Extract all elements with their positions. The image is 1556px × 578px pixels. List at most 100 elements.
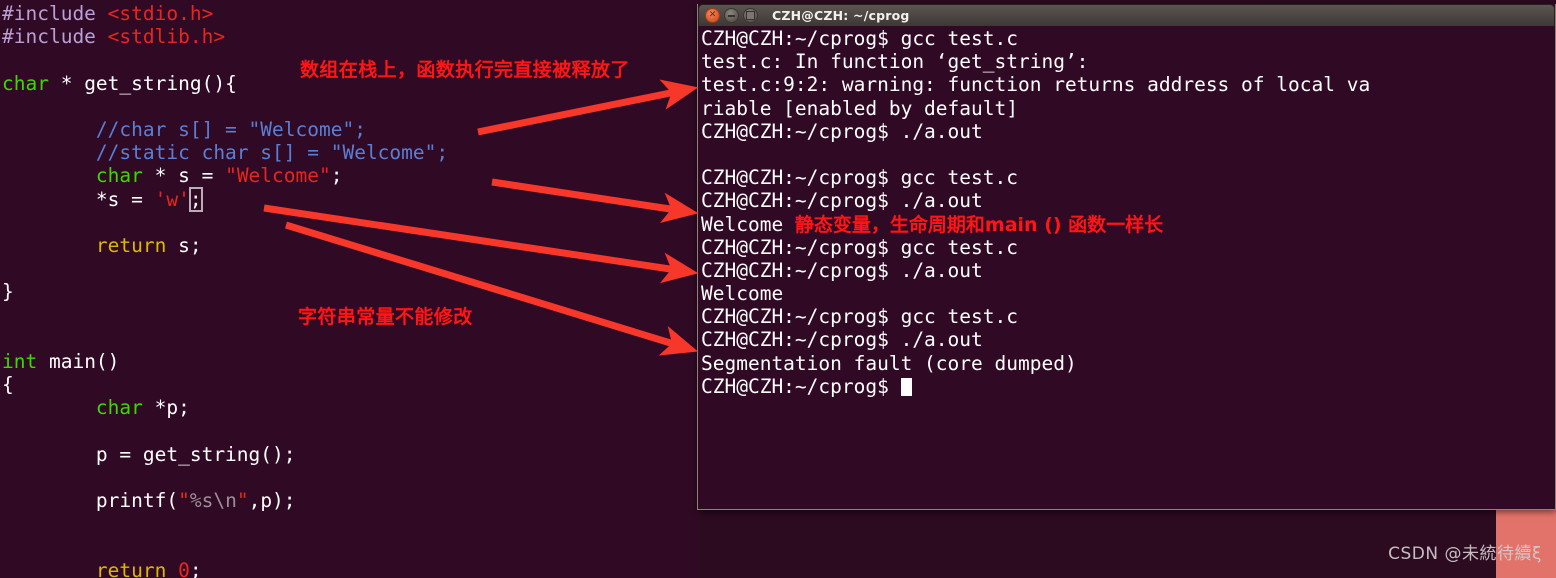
code-line: char *p;	[2, 396, 700, 419]
vim-editor-pane[interactable]: #include <stdio.h> #include <stdlib.h> ch…	[0, 0, 700, 578]
code-line: *s = 'w';	[2, 186, 700, 212]
terminal-titlebar[interactable]: ✕ CZH@CZH: ~/cprog	[698, 4, 1555, 26]
csdn-watermark: CSDN @未統待續ξ	[1388, 544, 1542, 564]
maximize-icon[interactable]	[743, 8, 758, 23]
code-token: {	[2, 373, 14, 396]
terminal-cursor	[900, 377, 912, 396]
code-token: ;	[330, 164, 343, 188]
code-line: return s;	[2, 234, 700, 257]
code-token: return	[95, 233, 167, 257]
code-token: <stdlib.h>	[107, 25, 226, 49]
code-token: ;	[189, 558, 202, 578]
code-line: //static char s[] = "Welcome";	[2, 141, 700, 164]
code-token: * get_string(){	[48, 71, 237, 95]
terminal-line-text: Welcome	[701, 282, 784, 306]
code-token: //char s[] = "Welcome";	[2, 117, 366, 141]
terminal-line: CZH@CZH:~/cprog$ ./a.out	[701, 120, 1555, 143]
terminal-line: Welcome 静态变量，生命周期和main () 函数一样长	[701, 213, 1555, 236]
code-token: p = get_string();	[2, 442, 296, 466]
terminal-line: CZH@CZH:~/cprog$ gcc test.c	[701, 27, 1555, 50]
code-token: //static char s[] = "Welcome";	[2, 141, 449, 165]
terminal-line: CZH@CZH:~/cprog$ gcc test.c	[701, 236, 1555, 259]
terminal-line: CZH@CZH:~/cprog$ gcc test.c	[701, 166, 1555, 189]
terminal-line: Segmentation fault (core dumped)	[701, 352, 1555, 375]
code-line: }	[2, 280, 700, 303]
terminal-line-text: test.c:9:2: warning: function returns ad…	[701, 73, 1371, 97]
code-token: "	[236, 488, 249, 512]
code-line: //char s[] = "Welcome";	[2, 118, 700, 141]
annotation-array-on-stack: 数组在栈上，函数执行完直接被释放了	[300, 59, 630, 81]
editor-cursor: ;	[188, 186, 203, 212]
terminal-line: test.c: In function ‘get_string’:	[701, 50, 1555, 73]
code-token: %s\n	[189, 488, 237, 512]
code-line: #include <stdlib.h>	[2, 25, 700, 48]
code-line: char * s = "Welcome";	[2, 164, 700, 187]
terminal-line: Welcome	[701, 282, 1555, 305]
code-line: printf("%s\n",p);	[2, 489, 700, 512]
code-token: *s =	[2, 187, 155, 211]
code-token: int	[2, 349, 38, 373]
code-token: }	[2, 280, 14, 304]
code-token: return	[95, 558, 167, 578]
code-token: main()	[37, 349, 120, 373]
terminal-line-text: test.c: In function ‘get_string’:	[701, 50, 1089, 74]
code-token: char	[2, 71, 49, 95]
code-token: char	[95, 164, 143, 188]
annotation-static-variable-lifetime: 静态变量，生命周期和main () 函数一样长	[794, 213, 1164, 236]
terminal-line: CZH@CZH:~/cprog$	[701, 375, 1555, 398]
gnome-terminal-window[interactable]: ✕ CZH@CZH: ~/cprog CZH@CZH:~/cprog$ gcc …	[697, 4, 1556, 510]
code-line: return 0;	[2, 559, 700, 578]
code-token: char	[95, 396, 143, 420]
terminal-line-text: CZH@CZH:~/cprog$ ./a.out	[701, 258, 983, 282]
code-line: p = get_string();	[2, 443, 700, 466]
code-token: <stdio.h>	[107, 2, 214, 25]
terminal-line-text: CZH@CZH:~/cprog$ gcc test.c	[701, 235, 1018, 259]
terminal-line: test.c:9:2: warning: function returns ad…	[701, 73, 1555, 96]
code-token: *p;	[142, 396, 190, 420]
code-token: printf(	[2, 488, 179, 512]
code-line: #include <stdio.h>	[2, 2, 700, 25]
terminal-line: riable [enabled by default]	[701, 97, 1555, 120]
code-token: #include	[2, 2, 108, 25]
code-line: int main()	[2, 350, 700, 373]
terminal-output[interactable]: CZH@CZH:~/cprog$ gcc test.c test.c: In fu…	[698, 26, 1555, 509]
terminal-line: CZH@CZH:~/cprog$ ./a.out	[701, 328, 1555, 351]
terminal-line-text: Segmentation fault (core dumped)	[701, 351, 1077, 375]
terminal-line-text: CZH@CZH:~/cprog$ gcc test.c	[701, 27, 1018, 50]
terminal-line-text: CZH@CZH:~/cprog$ ./a.out	[701, 119, 983, 143]
terminal-line-text: CZH@CZH:~/cprog$ ./a.out	[701, 189, 983, 213]
code-token: 0	[178, 558, 190, 578]
annotation-string-literal-immutable: 字符串常量不能修改	[298, 306, 473, 328]
terminal-line: CZH@CZH:~/cprog$ ./a.out	[701, 189, 1555, 212]
minimize-icon[interactable]	[724, 8, 739, 23]
code-token: "	[178, 488, 190, 512]
code-token: #include	[2, 25, 108, 49]
terminal-line-text: riable [enabled by default]	[701, 96, 1018, 120]
code-token: ,p);	[248, 488, 296, 512]
code-token: 'w'	[154, 187, 190, 211]
terminal-title: CZH@CZH: ~/cprog	[772, 8, 910, 23]
code-token: s;	[166, 233, 202, 257]
terminal-line-text: CZH@CZH:~/cprog$ gcc test.c	[701, 305, 1018, 329]
terminal-line-text: CZH@CZH:~/cprog$ gcc test.c	[701, 166, 1018, 190]
close-icon[interactable]: ✕	[705, 8, 720, 23]
code-line: {	[2, 373, 700, 396]
code-token: "Welcome"	[225, 164, 331, 188]
terminal-line-text: CZH@CZH:~/cprog$ ./a.out	[701, 328, 983, 352]
terminal-line: CZH@CZH:~/cprog$ gcc test.c	[701, 305, 1555, 328]
terminal-line-text: CZH@CZH:~/cprog$	[701, 374, 901, 398]
